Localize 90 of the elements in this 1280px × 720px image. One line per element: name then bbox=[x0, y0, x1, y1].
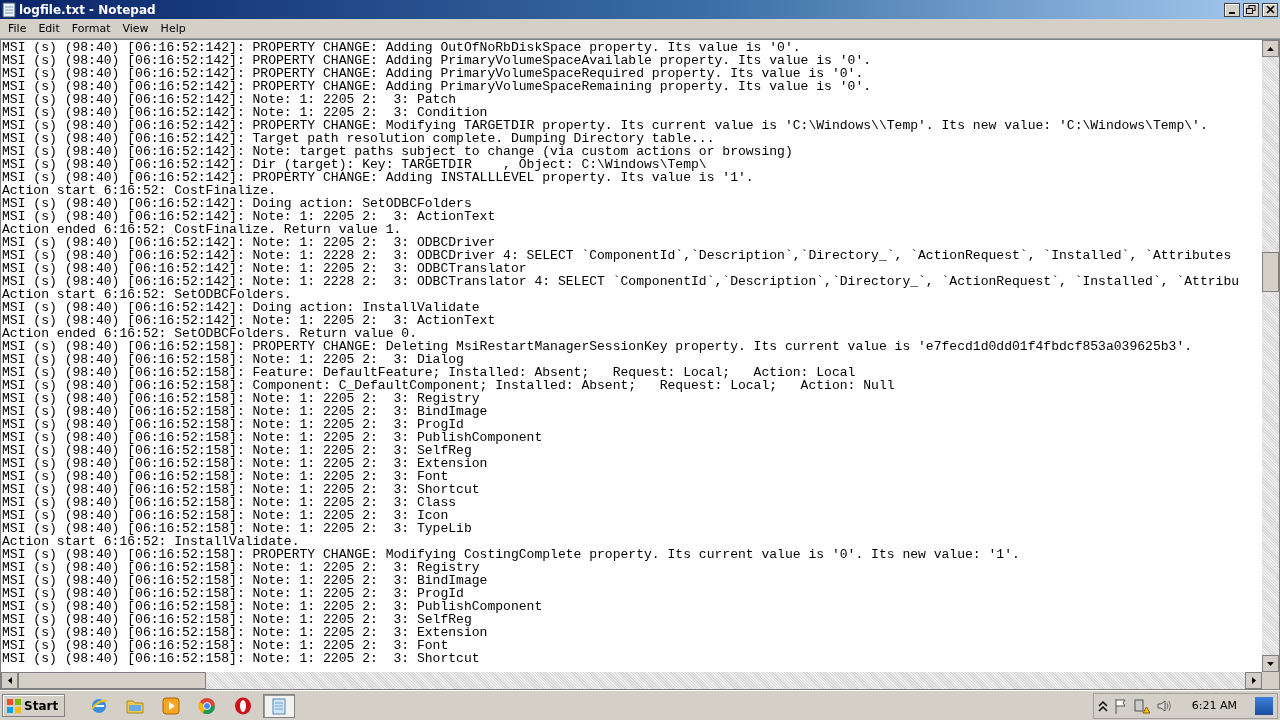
text-line: MSI (s) (98:40) [06:16:52:142]: PROPERTY CHANGE: Adding PrimaryVolumeSpaceAvailable property. Its value is '0'. bbox=[1, 54, 873, 67]
notepad-icon bbox=[271, 696, 288, 715]
text-line: MSI (s) (98:40) [06:16:52:158]: Note: 1: 2205 2: 3: ProgId bbox=[1, 418, 464, 431]
text-line: MSI (s) (98:40) [06:16:52:158]: Note: 1: 2205 2: 3: Shortcut bbox=[1, 483, 481, 496]
opera-icon bbox=[234, 696, 253, 715]
text-line: Action start 6:16:52: CostFinalize. bbox=[1, 184, 278, 197]
text-line: MSI (s) (98:40) [06:16:52:142]: Note: 1: 2205 2: 3: Patch bbox=[1, 93, 457, 106]
close-icon bbox=[1265, 5, 1275, 14]
speaker-icon[interactable] bbox=[1155, 697, 1172, 714]
windows-logo-icon bbox=[6, 697, 22, 714]
text-line: MSI (s) (98:40) [06:16:52:158]: Note: 1: 2205 2: 3: SelfReg bbox=[1, 613, 472, 626]
text-line: MSI (s) (98:40) [06:16:52:158]: Note: 1: 2205 2: 3: Extension bbox=[1, 457, 489, 470]
scroll-left-button[interactable] bbox=[1, 672, 18, 689]
text-line: MSI (s) (98:40) [06:16:52:142]: Note: 1: 2205 2: 3: ActionText bbox=[1, 314, 497, 327]
taskbar-app-button[interactable] bbox=[263, 693, 296, 718]
scroll-thumb[interactable] bbox=[18, 672, 206, 689]
text-line: MSI (s) (98:40) [06:16:52:158]: Note: 1: 2205 2: 3: BindImage bbox=[1, 405, 489, 418]
close-button[interactable] bbox=[1262, 2, 1278, 17]
text-line: MSI (s) (98:40) [06:16:52:142]: Note: 1: 2228 2: 3: ODBCTranslator 4: SELECT `ComponentId`,`Description`,`Directory_`, `ActionRequest`, `Installed`, `Attribu bbox=[1, 275, 1241, 288]
notepad-icon bbox=[2, 1, 16, 18]
restore-button[interactable] bbox=[1243, 2, 1259, 17]
left-arrow-icon bbox=[7, 677, 12, 684]
text-line: MSI (s) (98:40) [06:16:52:158]: Note: 1: 2205 2: 3: Shortcut bbox=[1, 652, 481, 665]
flag-icon[interactable] bbox=[1113, 697, 1128, 714]
text-line: MSI (s) (98:40) [06:16:52:158]: PROPERTY CHANGE: Deleting MsiRestartManagerSessionKey property. Its current value is 'e7fecd1d0dd01f4fbdcf853a039625b3'. bbox=[1, 340, 1194, 353]
text-line: MSI (s) (98:40) [06:16:52:158]: Note: 1: 2205 2: 3: Font bbox=[1, 470, 450, 483]
text-line: MSI (s) (98:40) [06:16:52:158]: Note: 1: 2205 2: 3: Registry bbox=[1, 561, 480, 574]
text-line: Action ended 6:16:52: CostFinalize. Return value 1. bbox=[1, 223, 403, 236]
up-arrow-icon bbox=[1267, 46, 1274, 51]
text-line: MSI (s) (98:40) [06:16:52:158]: Note: 1: 2205 2: 3: Icon bbox=[1, 509, 450, 522]
text-line: MSI (s) (98:40) [06:16:52:142]: Note: 1: 2205 2: 3: ODBCDriver bbox=[1, 236, 497, 249]
text-line: MSI (s) (98:40) [06:16:52:158]: Feature: DefaultFeature; Installed: Absent; Request: Local; Action: Local bbox=[1, 366, 857, 379]
menu-item[interactable]: Edit bbox=[32, 22, 66, 35]
text-line: MSI (s) (98:40) [06:16:52:142]: Note: 1: 2228 2: 3: ODBCDriver 4: SELECT `ComponentId`,`Description`,`Directory_`, `ActionRequest`, `Installed`, `Attributes bbox=[1, 249, 1233, 262]
scroll-right-button[interactable] bbox=[1245, 672, 1262, 689]
vertical-scrollbar[interactable] bbox=[1262, 40, 1279, 672]
down-arrow-icon bbox=[1267, 661, 1274, 666]
text-line: MSI (s) (98:40) [06:16:52:142]: Doing action: InstallValidate bbox=[1, 301, 481, 314]
text-area[interactable] bbox=[1, 40, 1262, 672]
minimize-icon bbox=[1229, 11, 1235, 14]
size-grip[interactable] bbox=[1262, 672, 1279, 689]
text-line: MSI (s) (98:40) [06:16:52:158]: Note: 1: 2205 2: 3: Extension bbox=[1, 626, 489, 639]
text-line: Action ended 6:16:52: SetODBCFolders. Return value 0. bbox=[1, 327, 418, 340]
text-line: MSI (s) (98:40) [06:16:52:142]: PROPERTY CHANGE: Adding PrimaryVolumeSpaceRemaining property. Its value is '0'. bbox=[1, 80, 873, 93]
text-line: MSI (s) (98:40) [06:16:52:142]: PROPERTY CHANGE: Adding OutOfNoRbDiskSpace property. Its value is '0'. bbox=[1, 41, 802, 54]
right-arrow-icon bbox=[1251, 677, 1256, 684]
text-line: MSI (s) (98:40) [06:16:52:158]: Note: 1: 2205 2: 3: SelfReg bbox=[1, 444, 472, 457]
play-icon bbox=[162, 696, 181, 715]
chevron-up-icon[interactable] bbox=[1097, 699, 1108, 712]
horizontal-scrollbar[interactable] bbox=[1, 672, 1279, 689]
text-line: MSI (s) (98:40) [06:16:52:142]: Dir (target): Key: TARGETDIR , Object: C:\Windows\Temp\ bbox=[1, 158, 708, 171]
text-line: MSI (s) (98:40) [06:16:52:142]: PROPERTY CHANGE: Adding PrimaryVolumeSpaceRequired property. Its value is '0'. bbox=[1, 67, 865, 80]
text-line: MSI (s) (98:40) [06:16:52:158]: Note: 1: 2205 2: 3: PublishComponent bbox=[1, 600, 544, 613]
chrome-icon bbox=[198, 696, 217, 715]
menu-item[interactable]: Help bbox=[154, 22, 192, 35]
window-title: logfile.txt - Notepad bbox=[19, 2, 157, 17]
text-line: MSI (s) (98:40) [06:16:52:158]: Note: 1: 2205 2: 3: Font bbox=[1, 639, 450, 652]
show-desktop-button[interactable] bbox=[1255, 696, 1273, 715]
menu-item[interactable]: File bbox=[2, 22, 33, 35]
menu-item[interactable]: View bbox=[116, 22, 155, 35]
text-line: MSI (s) (98:40) [06:16:52:142]: PROPERTY CHANGE: Adding INSTALLLEVEL property. Its value is '1'. bbox=[1, 171, 755, 184]
text-line: MSI (s) (98:40) [06:16:52:142]: Target path resolution complete. Dumping Directory table... bbox=[1, 132, 716, 145]
text-line: MSI (s) (98:40) [06:16:52:142]: Note: target paths subject to change (via custom actions or browsing) bbox=[1, 145, 794, 158]
text-line: MSI (s) (98:40) [06:16:52:158]: PROPERTY CHANGE: Modifying CostingComplete property. Its current value is '0'. Its new value: '1'. bbox=[1, 548, 1021, 561]
clock[interactable]: 6:21 AM bbox=[1191, 699, 1237, 712]
text-line: Action start 6:16:52: InstallValidate. bbox=[1, 535, 301, 548]
text-line: MSI (s) (98:40) [06:16:52:142]: Doing action: SetODBCFolders bbox=[1, 197, 473, 210]
text-line: MSI (s) (98:40) [06:16:52:158]: Note: 1: 2205 2: 3: Dialog bbox=[1, 353, 464, 366]
text-line: MSI (s) (98:40) [06:16:52:142]: Note: 1: 2205 2: 3: ODBCTranslator bbox=[1, 262, 528, 275]
scroll-down-button[interactable] bbox=[1262, 655, 1279, 672]
network-warning-icon[interactable] bbox=[1133, 697, 1150, 714]
text-line: MSI (s) (98:40) [06:16:52:158]: Note: 1: 2205 2: 3: Class bbox=[1, 496, 458, 509]
text-line: Action start 6:16:52: SetODBCFolders. bbox=[1, 288, 293, 301]
text-line: MSI (s) (98:40) [06:16:52:142]: Note: 1: 2205 2: 3: ActionText bbox=[1, 210, 497, 223]
browser-icon bbox=[90, 696, 109, 715]
text-line: MSI (s) (98:40) [06:16:52:158]: Note: 1: 2205 2: 3: BindImage bbox=[1, 574, 489, 587]
folder-icon bbox=[126, 697, 145, 714]
text-line: MSI (s) (98:40) [06:16:52:142]: Note: 1: 2205 2: 3: Condition bbox=[1, 106, 489, 119]
text-line: MSI (s) (98:40) [06:16:52:158]: Note: 1: 2205 2: 3: ProgId bbox=[1, 587, 464, 600]
scroll-thumb[interactable] bbox=[1262, 252, 1279, 292]
text-line: MSI (s) (98:40) [06:16:52:158]: Note: 1: 2205 2: 3: TypeLib bbox=[1, 522, 473, 535]
restore-icon bbox=[1246, 5, 1256, 14]
text-line: MSI (s) (98:40) [06:16:52:158]: Note: 1: 2205 2: 3: Registry bbox=[1, 392, 480, 405]
scroll-up-button[interactable] bbox=[1262, 40, 1279, 57]
minimize-button[interactable] bbox=[1224, 2, 1240, 17]
start-button[interactable]: Start bbox=[2, 694, 66, 717]
text-line: MSI (s) (98:40) [06:16:52:158]: Note: 1: 2205 2: 3: PublishComponent bbox=[1, 431, 544, 444]
text-line: MSI (s) (98:40) [06:16:52:158]: Component: C_DefaultComponent; Installed: Absent; Request: Local; Action: Null bbox=[1, 379, 896, 392]
menu-item[interactable]: Format bbox=[65, 22, 117, 35]
text-line: MSI (s) (98:40) [06:16:52:142]: PROPERTY CHANGE: Modifying TARGETDIR property. Its current value is 'C:\Windows\\Temp'. Its new value: 'C:\Windows\Temp\'. bbox=[1, 119, 1209, 132]
